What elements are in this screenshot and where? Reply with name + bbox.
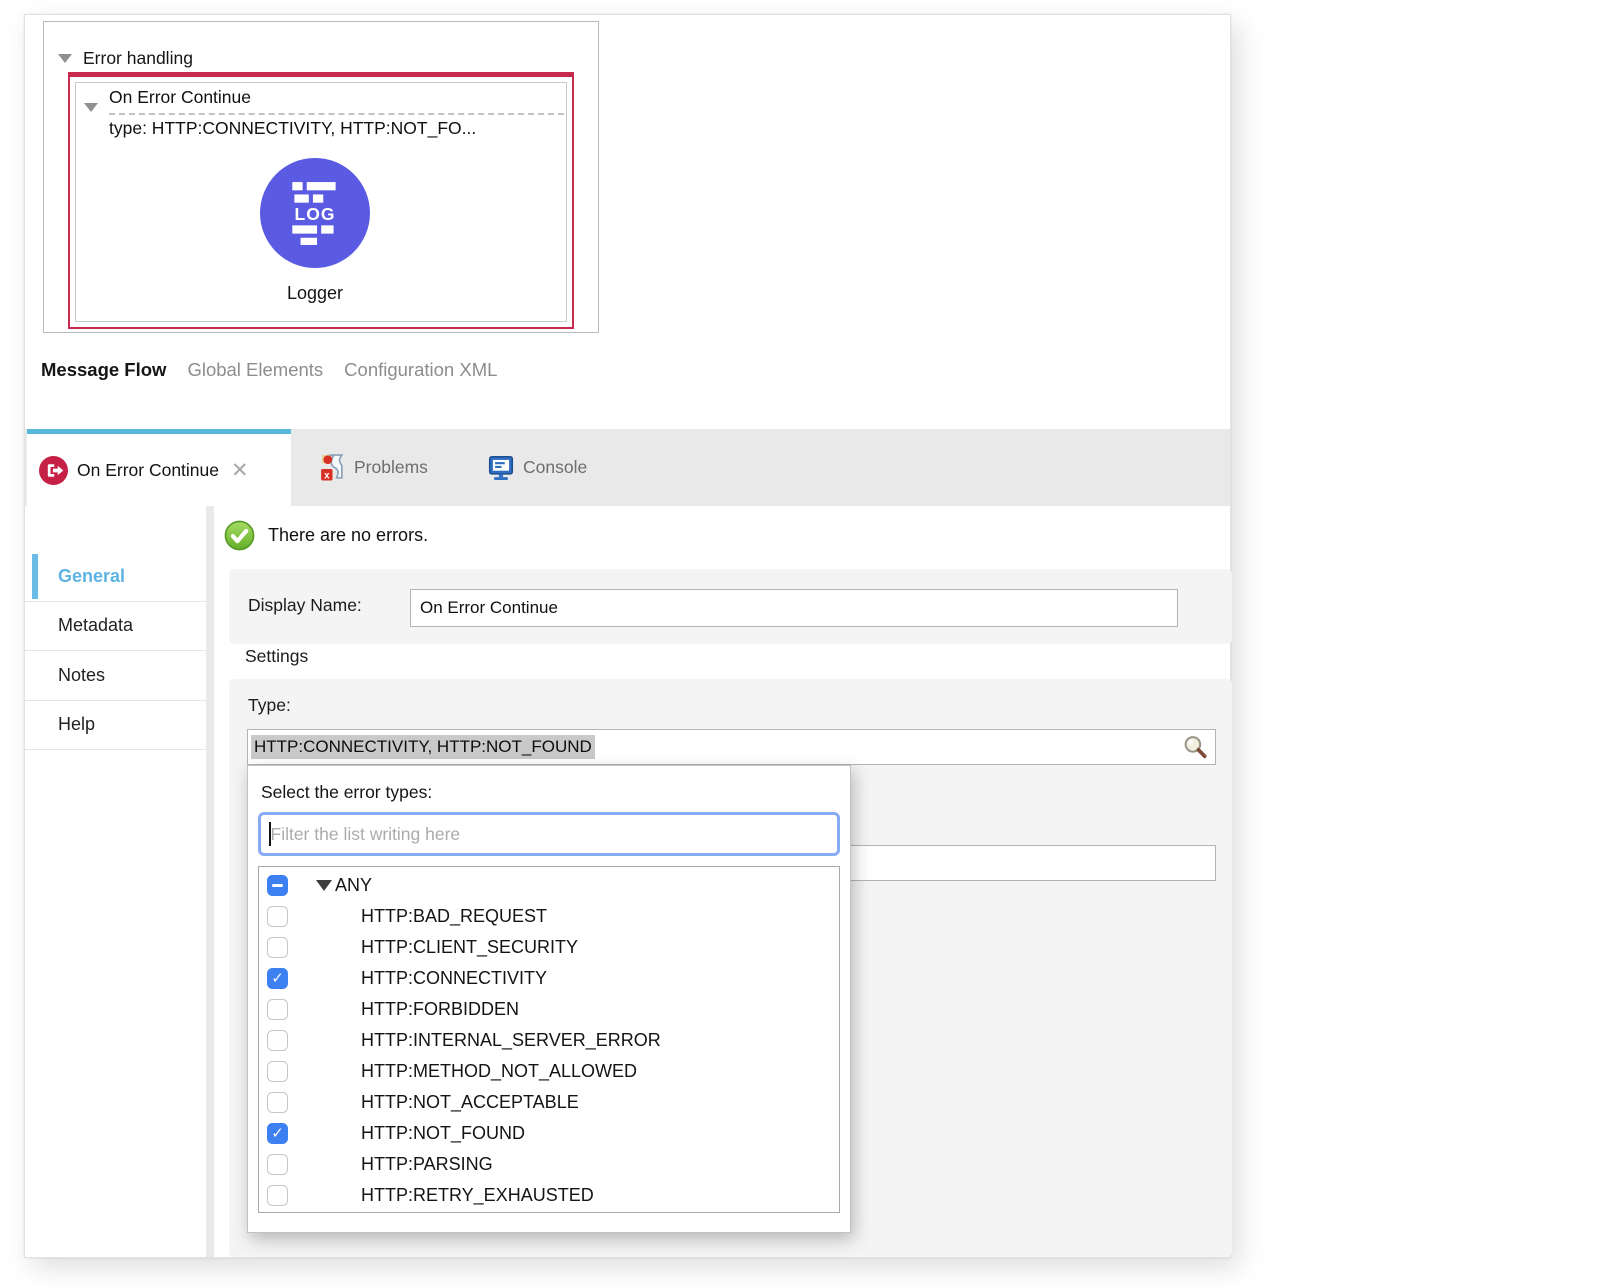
error-type-row-any[interactable]: ANY [259, 870, 839, 901]
type-value: HTTP:CONNECTIVITY, HTTP:NOT_FOUND [251, 735, 595, 759]
on-error-continue-scope[interactable]: On Error Continue type: HTTP:CONNECTIVIT… [68, 72, 574, 329]
panel-sash[interactable] [206, 506, 214, 1257]
tab-label: On Error Continue [77, 460, 219, 481]
status-message: There are no errors. [268, 525, 428, 546]
checkbox[interactable] [267, 1030, 288, 1051]
sidebar-item-help[interactable]: Help [25, 701, 206, 751]
error-type-row[interactable]: HTTP:NOT_FOUND [259, 1118, 839, 1149]
checkbox[interactable] [267, 1154, 288, 1175]
display-name-panel: Display Name: [229, 569, 1232, 644]
error-type-row[interactable]: HTTP:CONNECTIVITY [259, 963, 839, 994]
checkbox[interactable] [267, 968, 288, 989]
filter-field[interactable] [258, 812, 840, 856]
scope-type-line: type: HTTP:CONNECTIVITY, HTTP:NOT_FO... [109, 118, 566, 139]
checkbox[interactable] [267, 1061, 288, 1082]
error-type-row[interactable]: HTTP:PARSING [259, 1149, 839, 1180]
checkbox[interactable] [267, 1185, 288, 1206]
expand-arrow-icon[interactable] [316, 880, 332, 891]
tab-console[interactable]: Console [487, 429, 587, 506]
filter-input[interactable] [271, 824, 838, 845]
checkbox[interactable] [267, 937, 288, 958]
error-type-row[interactable]: HTTP:BAD_REQUEST [259, 901, 839, 932]
tab-configuration-xml[interactable]: Configuration XML [344, 359, 497, 381]
checkbox[interactable] [267, 906, 288, 927]
properties-sidebar: General Metadata Notes Help [25, 506, 206, 1257]
checkbox[interactable] [267, 875, 288, 896]
error-type-dropdown: Select the error types: ANY HTTP:BAD_REQ… [247, 765, 851, 1233]
display-name-label: Display Name: [248, 595, 362, 616]
panel-tab-bar: On Error Continue ✕ x Problems Conso [25, 429, 1230, 506]
collapse-arrow-icon[interactable] [58, 54, 72, 63]
error-type-row[interactable]: HTTP:INTERNAL_SERVER_ERROR [259, 1025, 839, 1056]
error-handling-container: Error handling On Error Continue type: H… [43, 21, 599, 333]
error-type-row[interactable]: HTTP:METHOD_NOT_ALLOWED [259, 1056, 839, 1087]
logger-label: Logger [260, 283, 370, 304]
error-type-row[interactable]: HTTP:CLIENT_SECURITY [259, 932, 839, 963]
editor-view-tabs: Message Flow Global Elements Configurati… [41, 359, 497, 381]
svg-text:LOG: LOG [294, 204, 335, 224]
tab-on-error-continue[interactable]: On Error Continue ✕ [27, 429, 291, 506]
type-label: Type: [248, 695, 291, 716]
error-type-list[interactable]: ANY HTTP:BAD_REQUEST HTTP:CLIENT_SECURIT… [258, 866, 840, 1213]
collapse-arrow-icon[interactable] [84, 103, 98, 112]
error-type-row[interactable]: HTTP:FORBIDDEN [259, 994, 839, 1025]
problems-icon: x [319, 453, 346, 482]
flow-canvas: Error handling On Error Continue type: H… [25, 15, 1230, 429]
tab-problems[interactable]: x Problems [319, 429, 428, 506]
sidebar-item-general[interactable]: General [25, 552, 206, 602]
checkbox[interactable] [267, 999, 288, 1020]
close-icon[interactable]: ✕ [231, 458, 249, 483]
console-icon [487, 454, 515, 482]
sidebar-item-metadata[interactable]: Metadata [25, 602, 206, 652]
error-type-row[interactable]: HTTP:NOT_ACCEPTABLE [259, 1087, 839, 1118]
tab-message-flow[interactable]: Message Flow [41, 359, 166, 381]
search-icon[interactable] [1182, 734, 1209, 761]
studio-window: Error handling On Error Continue type: H… [24, 14, 1231, 1258]
success-icon [224, 520, 255, 551]
error-type-row[interactable]: HTTP:RETRY_EXHAUSTED [259, 1180, 839, 1211]
svg-text:x: x [324, 470, 330, 481]
sidebar-item-notes[interactable]: Notes [25, 651, 206, 701]
scope-title: On Error Continue [109, 87, 251, 108]
tab-label: Console [523, 457, 587, 478]
display-name-input[interactable] [410, 589, 1178, 627]
settings-title: Settings [245, 646, 308, 667]
dropdown-title: Select the error types: [261, 782, 432, 803]
on-error-continue-icon [39, 456, 68, 485]
logger-icon: LOG [284, 180, 346, 246]
checkbox[interactable] [267, 1123, 288, 1144]
tab-global-elements[interactable]: Global Elements [187, 359, 323, 381]
checkbox[interactable] [267, 1092, 288, 1113]
tab-label: Problems [354, 457, 428, 478]
error-handling-title: Error handling [83, 48, 193, 69]
type-field[interactable]: HTTP:CONNECTIVITY, HTTP:NOT_FOUND [247, 729, 1216, 765]
divider [109, 113, 564, 115]
logger-component[interactable]: LOG [260, 158, 370, 268]
